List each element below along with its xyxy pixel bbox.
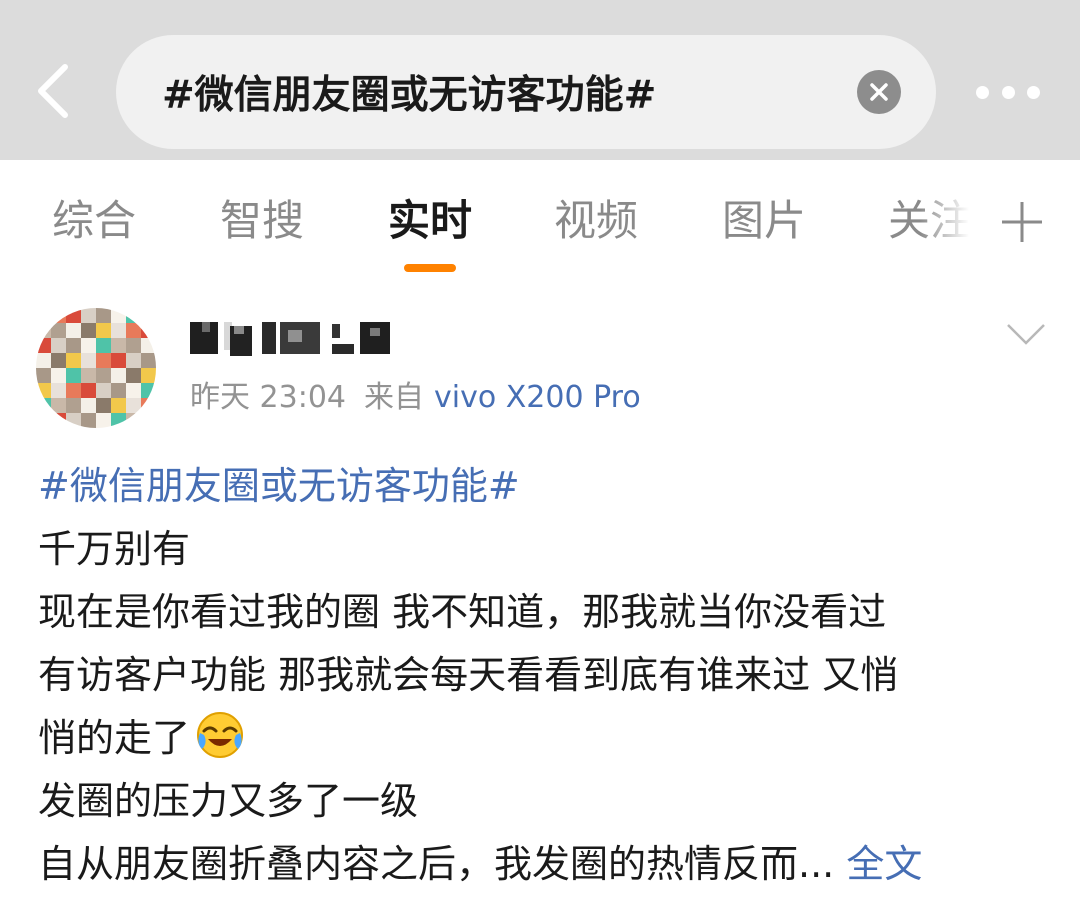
plus-icon[interactable] — [996, 196, 1048, 248]
tab-images[interactable]: 图片 — [722, 196, 806, 246]
tab-fade — [920, 180, 990, 260]
post-line: 现在是你看过我的圈 我不知道，那我就当你没看过 — [38, 590, 887, 634]
source-prefix: 来自 — [364, 380, 424, 415]
crying-laughing-emoji-icon — [197, 712, 244, 758]
tab-realtime[interactable]: 实时 — [388, 196, 472, 246]
post-line: 发圈的压力又多了一级 — [38, 779, 419, 823]
device-link[interactable]: vivo X200 Pro — [434, 380, 641, 415]
topic-link[interactable]: #微信朋友圈或无访客功能# — [38, 464, 520, 508]
search-box[interactable] — [116, 35, 936, 149]
clear-button[interactable] — [857, 70, 901, 114]
post-meta: 昨天 23:04 来自 vivo X200 Pro — [190, 378, 641, 418]
username-pixelated[interactable] — [190, 318, 400, 358]
top-bar — [0, 0, 1080, 160]
clear-circle-icon — [870, 83, 888, 101]
tab-video[interactable]: 视频 — [554, 196, 638, 246]
post-line: 悄的走了 — [38, 716, 191, 760]
full-text-link[interactable]: 全文 — [846, 842, 922, 886]
back-arrow-icon — [38, 64, 68, 118]
avatar[interactable] — [36, 308, 156, 428]
post-line: 自从朋友圈折叠内容之后，我发圈的热情反而... — [38, 842, 835, 886]
more-dots-icon[interactable] — [976, 82, 1040, 102]
post-line: 有访客户功能 那我就会每天看看到底有谁来过 又悄 — [38, 653, 899, 697]
tab-smart-search[interactable]: 智搜 — [220, 196, 304, 246]
chevron-down-icon[interactable] — [1006, 322, 1046, 346]
post-time: 昨天 23:04 — [190, 380, 346, 415]
tab-bar: 综合 智搜 实时 视频 图片 关注 — [0, 160, 1080, 278]
search-input[interactable] — [162, 59, 822, 125]
active-tab-indicator — [404, 264, 456, 272]
back-button[interactable] — [30, 62, 74, 120]
tab-comprehensive[interactable]: 综合 — [52, 196, 136, 246]
post-line: 千万别有 — [38, 527, 191, 571]
post-body: #微信朋友圈或无访客功能# 千万别有 现在是你看过我的圈 我不知道，那我就当你没… — [38, 455, 1048, 896]
